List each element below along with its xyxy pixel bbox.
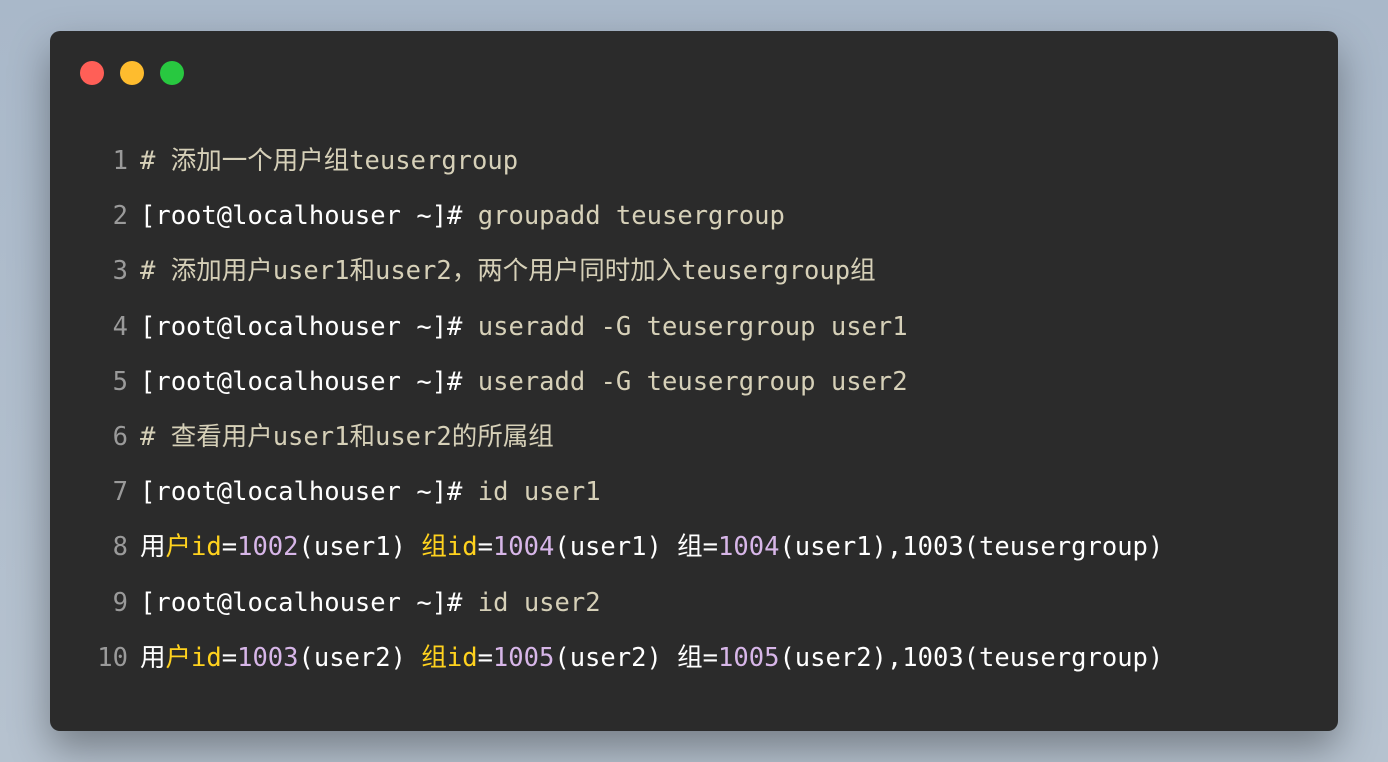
code-token-number: 1004	[492, 532, 555, 563]
code-token-comment: # 查看用户user1和user2的所属组	[140, 421, 554, 452]
code-line: 8 用户id=1002(user1) 组id=1004(user1) 组=1004…	[50, 520, 1338, 575]
code-line: 6 # 查看用户user1和user2的所属组	[50, 410, 1338, 465]
line-number: 1	[112, 146, 128, 176]
line-number: 2	[112, 201, 128, 232]
code-token-plain: =	[221, 532, 238, 563]
code-token-cmd: id user1	[462, 477, 601, 508]
line-number: 8	[112, 532, 128, 563]
code-token-comment: # 添加一个用户组teusergroup	[140, 146, 519, 176]
code-token-plain: =	[477, 642, 493, 673]
line-content: # 添加一个用户组teusergroup	[140, 134, 518, 189]
window-controls	[80, 61, 184, 85]
code-token-prompt: [root@localhouser ~]#	[140, 366, 463, 397]
code-token-plain: (user1)	[298, 532, 422, 563]
code-token-plain: (user2)	[298, 642, 422, 673]
code-token-plain: (user1) 组=	[554, 532, 719, 563]
code-line: 9 [root@localhouser ~]# id user2	[50, 576, 1338, 631]
code-line: 5 [root@localhouser ~]# useradd -G teuser…	[50, 355, 1338, 410]
code-line: 7 [root@localhouser ~]# id user1	[50, 465, 1338, 520]
code-token-cmd: groupadd teusergroup	[462, 201, 785, 232]
line-number: 7	[112, 477, 128, 508]
code-token-number: 1005	[718, 642, 780, 673]
line-content: [root@localhouser ~]# groupadd teusergro…	[140, 189, 785, 244]
code-token-plain: =	[221, 642, 238, 673]
code-token-plain: 用	[140, 642, 166, 673]
code-token-keyword: 组id	[421, 532, 478, 563]
code-token-number: 1004	[718, 532, 780, 563]
code-token-cmd: id user2	[462, 587, 601, 618]
code-line: 2 [root@localhouser ~]# groupadd teusergr…	[50, 189, 1338, 244]
code-token-comment: # 添加用户user1和user2，两个用户同时加入teusergroup组	[140, 256, 876, 287]
code-line: 3 # 添加用户user1和user2，两个用户同时加入teusergroup组	[50, 244, 1338, 299]
line-content: [root@localhouser ~]# useradd -G teuserg…	[140, 300, 908, 355]
line-content: # 添加用户user1和user2，两个用户同时加入teusergroup组	[140, 244, 876, 299]
code-token-prompt: [root@localhouser ~]#	[140, 311, 463, 342]
line-content: [root@localhouser ~]# useradd -G teuserg…	[140, 355, 908, 410]
code-token-keyword: 组id	[421, 642, 478, 673]
code-token-plain: 用	[140, 532, 166, 563]
code-token-cmd: useradd -G teusergroup user2	[462, 366, 908, 397]
code-line: 4 [root@localhouser ~]# useradd -G teuser…	[50, 300, 1338, 355]
code-token-number: 1003	[237, 642, 299, 673]
line-number: 4	[112, 311, 128, 342]
line-content: [root@localhouser ~]# id user1	[140, 465, 601, 520]
minimize-button[interactable]	[120, 61, 144, 85]
line-content: [root@localhouser ~]# id user2	[140, 576, 601, 631]
code-token-keyword: 户id	[165, 642, 222, 673]
maximize-button[interactable]	[160, 61, 184, 85]
code-line: 1 # 添加一个用户组teusergroup	[50, 134, 1338, 189]
code-token-prompt: [root@localhouser ~]#	[140, 587, 463, 618]
code-block: 1 # 添加一个用户组teusergroup 2 [root@localhouser …	[50, 134, 1338, 686]
code-token-number: 1005	[492, 642, 555, 673]
line-number: 6	[112, 421, 128, 452]
line-number: 5	[112, 366, 128, 397]
line-content: # 查看用户user1和user2的所属组	[140, 410, 554, 465]
line-content: 用户id=1003(user2) 组id=1005(user2) 组=1005(…	[140, 631, 1163, 686]
line-content: 用户id=1002(user1) 组id=1004(user1) 组=1004(…	[140, 520, 1163, 575]
line-number: 9	[112, 587, 128, 618]
code-token-plain: =	[477, 532, 493, 563]
code-token-prompt: [root@localhouser ~]#	[140, 201, 463, 232]
line-number: 3	[112, 256, 128, 287]
code-token-keyword: 户id	[165, 532, 222, 563]
code-token-plain: (user2) 组=	[554, 642, 719, 673]
line-number: 10	[97, 642, 128, 673]
code-line: 10 用户id=1003(user2) 组id=1005(user2) 组=100…	[50, 631, 1338, 686]
close-button[interactable]	[80, 61, 104, 85]
code-token-prompt: [root@localhouser ~]#	[140, 477, 463, 508]
code-token-number: 1002	[237, 532, 299, 563]
code-token-plain: (user1),1003(teusergroup)	[779, 532, 1164, 563]
code-token-plain: (user2),1003(teusergroup)	[779, 642, 1164, 673]
code-window: 1 # 添加一个用户组teusergroup 2 [root@localhouser …	[50, 31, 1338, 731]
code-token-cmd: useradd -G teusergroup user1	[462, 311, 908, 342]
